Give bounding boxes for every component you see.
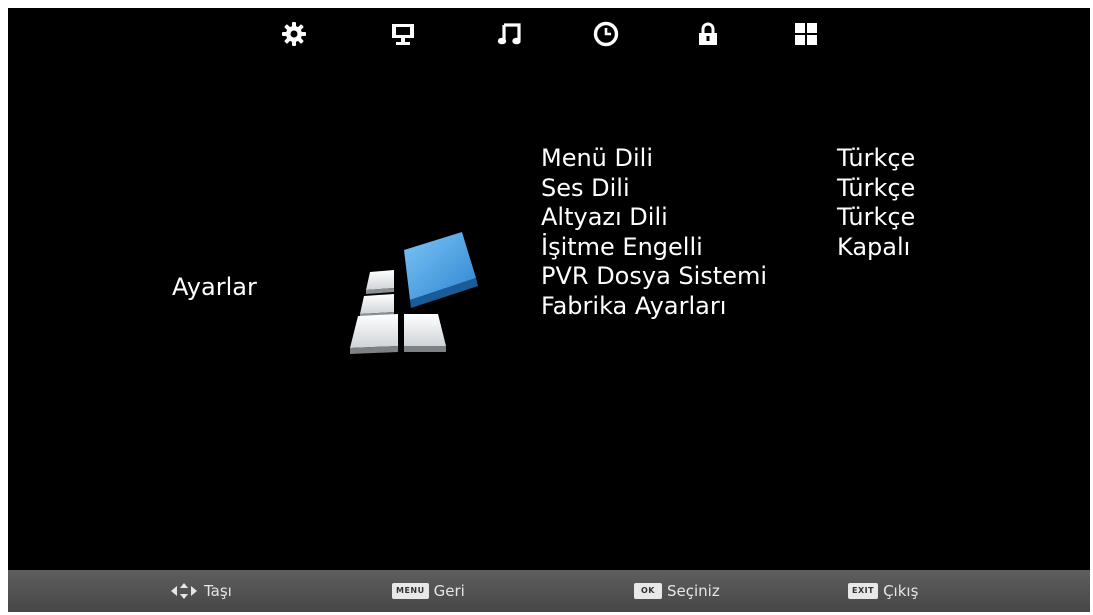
menu-item-label: İşitme Engelli <box>541 232 703 261</box>
tab-time[interactable] <box>589 18 623 50</box>
menu-item-audio-language[interactable]: Ses Dili Türkçe <box>541 174 941 204</box>
hint-move-label: Taşı <box>204 582 232 600</box>
lock-icon <box>699 22 717 45</box>
exit-key-badge: EXIT <box>848 583 879 599</box>
hint-move: Taşı <box>170 570 232 612</box>
monitor-icon <box>392 24 414 45</box>
menu-item-value: Türkçe <box>837 144 916 172</box>
menu-item-menu-language[interactable]: Menü Dili Türkçe <box>541 144 941 174</box>
settings-menu-list: Menü Dili Türkçe Ses Dili Türkçe Altyazı… <box>541 144 941 321</box>
ok-key-badge: OK <box>634 583 662 599</box>
music-note-icon <box>497 23 521 45</box>
tv-screen: Ayarlar Menü Dili Türkçe Ses Dili Türkçe… <box>8 8 1090 612</box>
clock-icon <box>593 21 619 47</box>
tab-apps[interactable] <box>789 18 823 50</box>
menu-item-factory-reset[interactable]: Fabrika Ayarları <box>541 292 941 322</box>
menu-item-label: Fabrika Ayarları <box>541 291 727 320</box>
menu-item-label: Ses Dili <box>541 173 630 202</box>
menu-item-value: Türkçe <box>837 173 916 202</box>
hint-select: OK Seçiniz <box>634 570 720 612</box>
menu-item-subtitle-language[interactable]: Altyazı Dili Türkçe <box>541 203 941 233</box>
tab-picture[interactable] <box>386 18 420 50</box>
hint-back: MENU Geri <box>392 570 465 612</box>
menu-item-value: Kapalı <box>837 232 911 261</box>
menu-key-badge: MENU <box>392 583 429 599</box>
menu-item-label: Altyazı Dili <box>541 203 668 231</box>
hint-back-label: Geri <box>433 582 465 600</box>
menu-item-hearing-impaired[interactable]: İşitme Engelli Kapalı <box>541 233 941 263</box>
hint-select-label: Seçiniz <box>667 582 720 600</box>
hint-exit: EXIT Çıkış <box>848 570 918 612</box>
tab-settings[interactable] <box>277 18 311 50</box>
gear-icon <box>282 22 306 46</box>
tab-lock[interactable] <box>691 18 725 50</box>
grid-icon <box>795 23 817 45</box>
hint-exit-label: Çıkış <box>883 582 919 600</box>
menu-item-value: Türkçe <box>837 203 916 231</box>
menu-item-label: PVR Dosya Sistemi <box>541 262 768 290</box>
tab-sound[interactable] <box>492 18 526 50</box>
menu-item-pvr-file-system[interactable]: PVR Dosya Sistemi <box>541 262 941 292</box>
settings-tiles-icon <box>350 232 478 354</box>
top-menu-bar <box>8 8 1090 60</box>
page-title: Ayarlar <box>172 273 257 301</box>
arrows-icon <box>171 583 197 599</box>
menu-item-label: Menü Dili <box>541 144 654 172</box>
bottom-help-bar: Taşı MENU Geri OK Seçiniz EXIT Çıkış <box>8 570 1090 612</box>
